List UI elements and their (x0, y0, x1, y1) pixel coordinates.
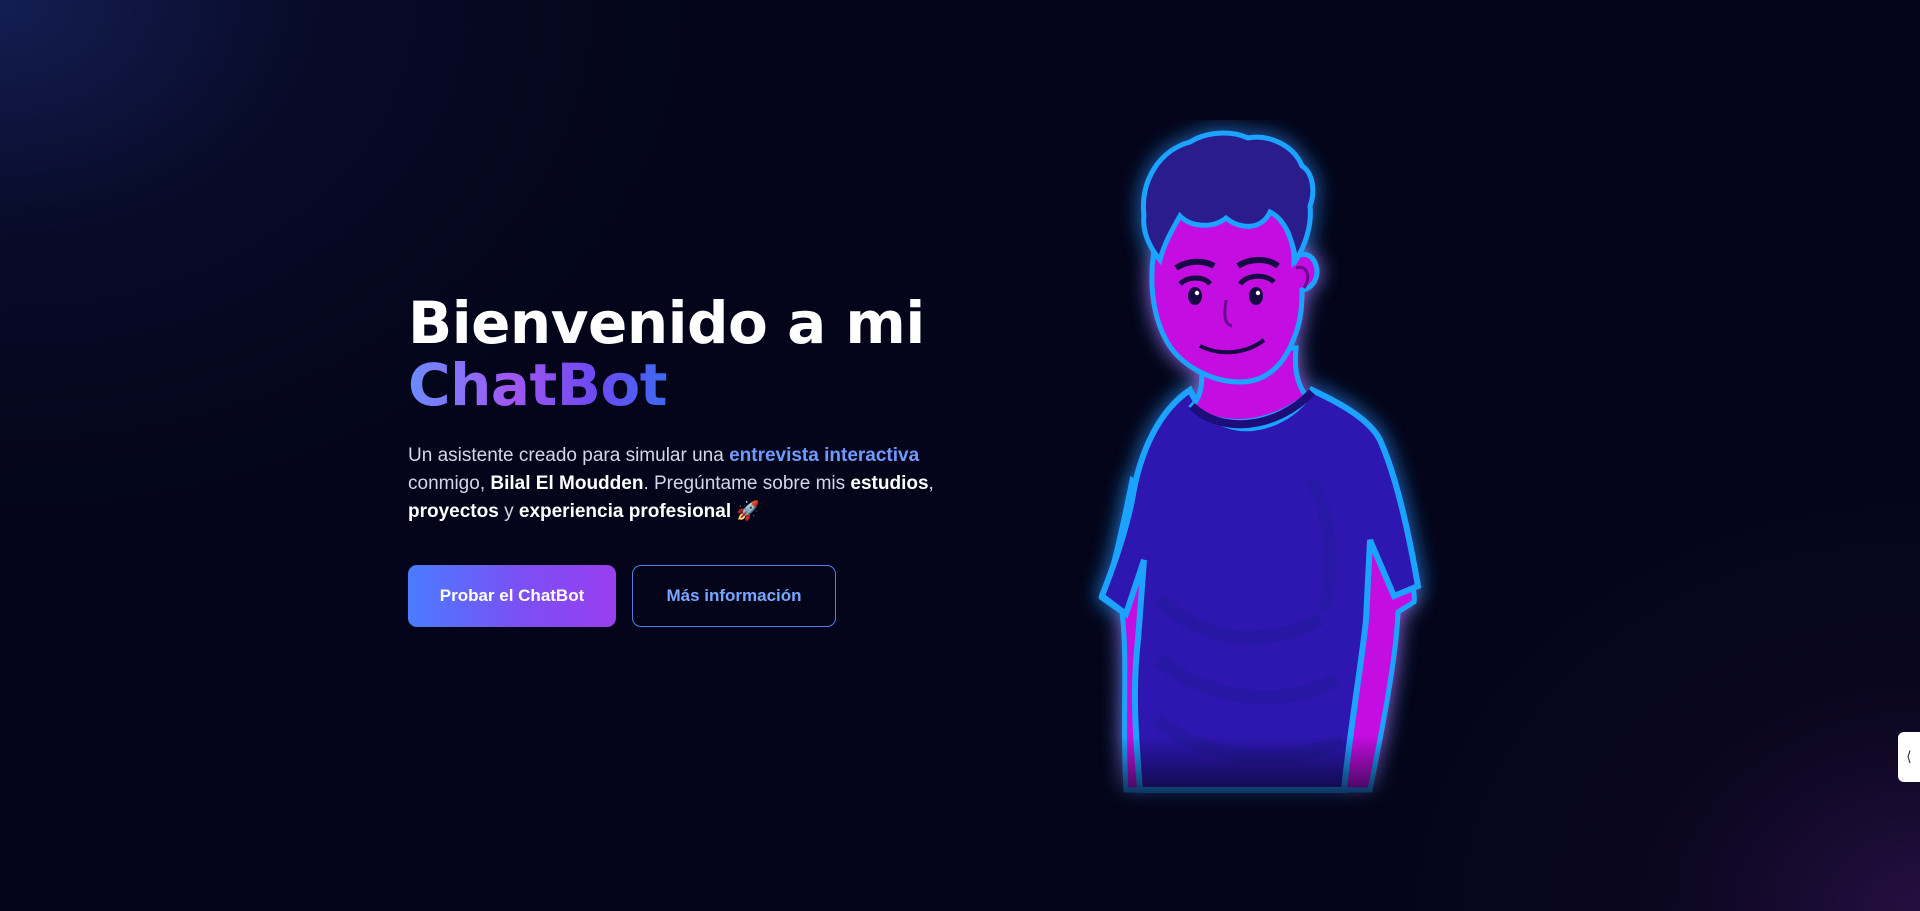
desc-text-2: conmigo, (408, 473, 491, 494)
desc-sep-2: y (498, 501, 519, 522)
title-line-2-chatbot: ChatBot (408, 351, 668, 419)
side-tab-icon: ⟨ (1906, 749, 1912, 765)
desc-text-3: . Pregúntame sobre mis (643, 473, 851, 494)
try-chatbot-button[interactable]: Probar el ChatBot (408, 565, 616, 627)
desc-name: Bilal El Moudden (490, 473, 644, 494)
desc-highlight: entrevista interactiva (729, 445, 920, 466)
rocket-icon: 🚀 (731, 501, 761, 522)
hero-section: Bienvenido a mi ChatBot Un asistente cre… (408, 292, 968, 627)
more-info-button[interactable]: Más información (632, 565, 836, 627)
desc-experience: experiencia profesional (518, 501, 732, 522)
desc-text-1: Un asistente creado para simular una (408, 445, 730, 466)
title-line-1: Bienvenido a mi (408, 289, 925, 357)
neon-avatar-icon (1098, 130, 1422, 793)
hero-actions: Probar el ChatBot Más información (408, 565, 968, 627)
desc-studies: estudios (850, 473, 929, 494)
desc-sep-1: , (928, 473, 934, 494)
avatar-illustration (1080, 120, 1460, 820)
page-title: Bienvenido a mi ChatBot (408, 292, 968, 416)
side-tab[interactable]: ⟨ (1898, 732, 1920, 782)
desc-projects: proyectos (408, 501, 499, 522)
hero-description: Un asistente creado para simular una ent… (408, 442, 968, 526)
